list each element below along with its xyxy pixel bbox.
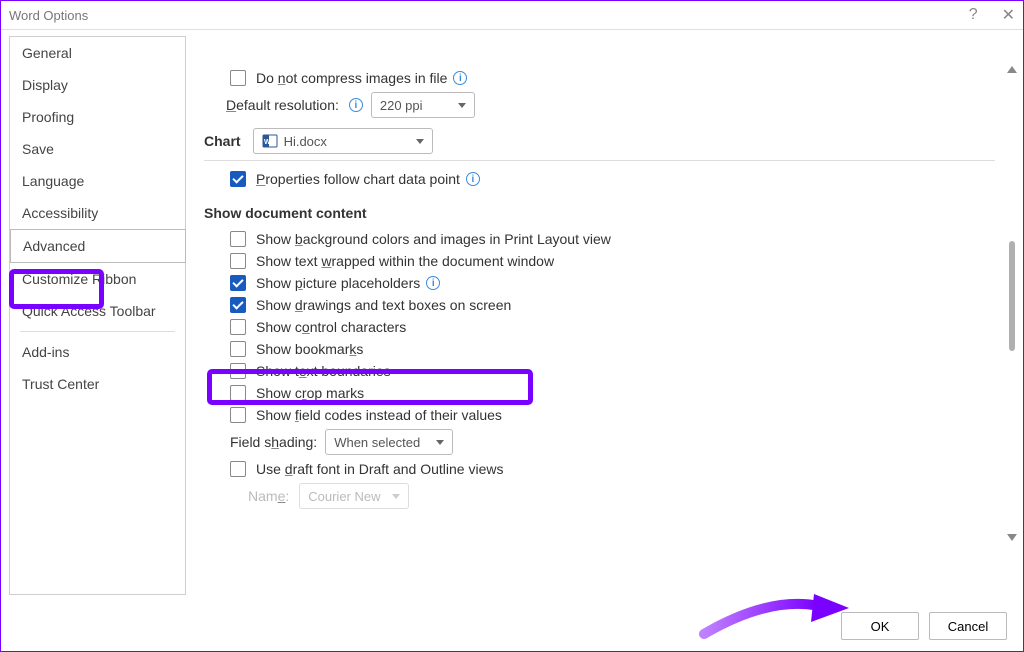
checkbox-do-not-compress[interactable] <box>230 70 246 86</box>
checkbox-use-draft-font[interactable] <box>230 461 246 477</box>
row-chart: Chart W Hi.docx <box>204 128 995 154</box>
checkbox-show-wrapped[interactable] <box>230 253 246 269</box>
close-icon[interactable]: ✕ <box>1002 5 1015 25</box>
word-options-dialog: Word Options ? ✕ General Display Proofin… <box>0 0 1024 652</box>
row-show-text-boundaries: Show text boundaries <box>226 363 995 379</box>
row-use-draft-font: Use draft font in Draft and Outline view… <box>226 461 995 477</box>
checkbox-show-bookmarks[interactable] <box>230 341 246 357</box>
dropdown-draft-name: Courier New <box>299 483 409 509</box>
sidebar-item-customize-ribbon[interactable]: Customize Ribbon <box>10 263 185 295</box>
sidebar-item-save[interactable]: Save <box>10 133 185 165</box>
info-icon[interactable]: i <box>453 71 467 85</box>
checkbox-show-text-boundaries[interactable] <box>230 363 246 379</box>
row-show-crop-marks: Show crop marks <box>226 385 995 401</box>
chevron-down-icon <box>436 440 444 445</box>
cancel-button[interactable]: Cancel <box>929 612 1007 640</box>
info-icon[interactable]: i <box>426 276 440 290</box>
label-field-shading: Field shading: <box>230 434 317 450</box>
checkbox-show-control-chars[interactable] <box>230 319 246 335</box>
checkbox-show-field-codes[interactable] <box>230 407 246 423</box>
row-show-control-chars: Show control characters <box>226 319 995 335</box>
section-show-document-content: Show document content <box>204 205 995 221</box>
checkbox-show-crop-marks[interactable] <box>230 385 246 401</box>
help-icon[interactable]: ? <box>969 6 978 24</box>
scrollbar[interactable] <box>1005 66 1019 541</box>
label-draft-name: Name: <box>248 488 289 504</box>
scroll-down-icon[interactable] <box>1007 534 1017 541</box>
row-show-field-codes: Show field codes instead of their values <box>226 407 995 423</box>
info-icon[interactable]: i <box>466 172 480 186</box>
row-show-bookmarks: Show bookmarks <box>226 341 995 357</box>
checkbox-show-background[interactable] <box>230 231 246 247</box>
titlebar: Word Options ? ✕ <box>1 1 1023 29</box>
checkbox-show-picture-placeholders[interactable] <box>230 275 246 291</box>
info-icon[interactable]: i <box>349 98 363 112</box>
footer: OK Cancel <box>1 601 1023 651</box>
dropdown-chart-document[interactable]: W Hi.docx <box>253 128 433 154</box>
window-title: Word Options <box>9 8 88 23</box>
content-panel: placeholder Do not compress images in fi… <box>186 30 1023 601</box>
row-show-drawings: Show drawings and text boxes on screen <box>226 297 995 313</box>
checkbox-show-drawings[interactable] <box>230 297 246 313</box>
sidebar-item-proofing[interactable]: Proofing <box>10 101 185 133</box>
svg-text:W: W <box>264 139 271 146</box>
dropdown-field-shading[interactable]: When selected <box>325 429 453 455</box>
sidebar-item-language[interactable]: Language <box>10 165 185 197</box>
sidebar-item-accessibility[interactable]: Accessibility <box>10 197 185 229</box>
row-show-picture-placeholders: Show picture placeholders i <box>226 275 995 291</box>
row-show-wrapped: Show text wrapped within the document wi… <box>226 253 995 269</box>
row-field-shading: Field shading: When selected <box>226 429 995 455</box>
checkbox-properties-follow[interactable] <box>230 171 246 187</box>
label-do-not-compress: Do not compress images in file <box>256 70 447 86</box>
row-do-not-compress: Do not compress images in file i <box>226 70 995 86</box>
label-properties-follow: Properties follow chart data point <box>256 171 460 187</box>
sidebar-item-advanced[interactable]: Advanced <box>10 229 186 263</box>
chevron-down-icon <box>416 139 424 144</box>
sidebar-item-addins[interactable]: Add-ins <box>10 336 185 368</box>
row-default-resolution: Default resolution: i 220 ppi <box>226 92 995 118</box>
sidebar-item-display[interactable]: Display <box>10 69 185 101</box>
scroll-up-icon[interactable] <box>1007 66 1017 73</box>
word-doc-icon: W <box>262 133 278 149</box>
ok-button[interactable]: OK <box>841 612 919 640</box>
sidebar-item-trust-center[interactable]: Trust Center <box>10 368 185 400</box>
row-draft-name: Name: Courier New <box>248 483 995 509</box>
chevron-down-icon <box>392 494 400 499</box>
row-show-background: Show background colors and images in Pri… <box>226 231 995 247</box>
sidebar: General Display Proofing Save Language A… <box>9 36 186 595</box>
divider <box>204 160 995 161</box>
sidebar-item-quick-access-toolbar[interactable]: Quick Access Toolbar <box>10 295 185 327</box>
sidebar-item-general[interactable]: General <box>10 37 185 69</box>
row-properties-follow: Properties follow chart data point i <box>226 171 995 187</box>
dropdown-default-resolution[interactable]: 220 ppi <box>371 92 475 118</box>
chevron-down-icon <box>458 103 466 108</box>
cutoff-row: placeholder <box>204 30 995 64</box>
scroll-thumb[interactable] <box>1009 241 1015 351</box>
label-chart: Chart <box>204 133 241 149</box>
label-default-resolution: Default resolution: <box>226 97 339 113</box>
sidebar-divider <box>20 331 175 332</box>
